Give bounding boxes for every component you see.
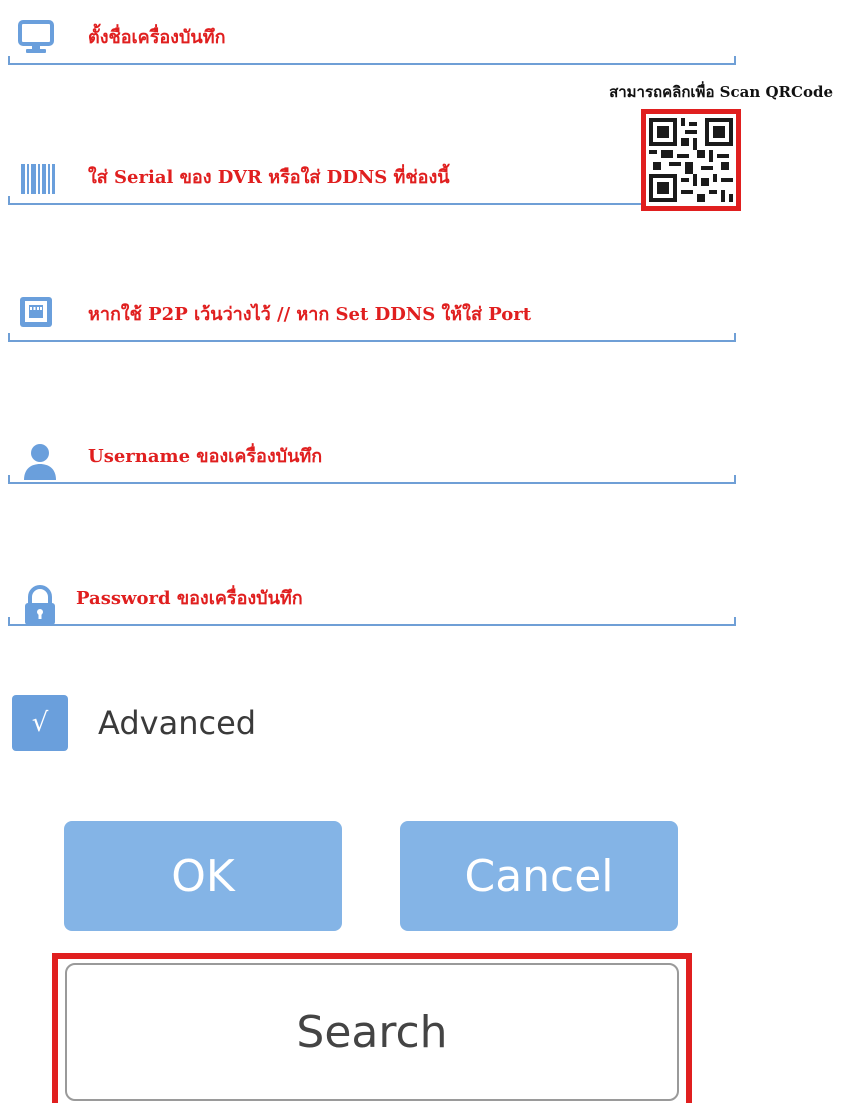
serial-ddns-underline	[8, 203, 736, 205]
username-underline	[8, 482, 736, 484]
monitor-icon	[18, 19, 54, 55]
barcode-icon	[20, 161, 56, 197]
port-field[interactable]: หากใช้ P2P เว้นว่างไว้ // หาก Set DDNS ใ…	[8, 297, 736, 342]
qr-scan-button[interactable]	[641, 109, 741, 211]
password-field[interactable]: Password ของเครื่องบันทึก	[8, 582, 736, 626]
device-name-underline	[8, 63, 736, 65]
network-port-icon	[18, 294, 54, 330]
port-underline	[8, 340, 736, 342]
search-button[interactable]: Search	[65, 963, 679, 1101]
username-field[interactable]: Username ของเครื่องบันทึก	[8, 440, 736, 484]
device-name-hint: ตั้งชื่อเครื่องบันทึก	[82, 22, 232, 51]
check-mark-icon: √	[31, 708, 49, 738]
device-name-field[interactable]: ตั้งชื่อเครื่องบันทึก	[8, 19, 736, 65]
ok-button[interactable]: OK	[64, 821, 342, 931]
qr-scan-caption: สามารถคลิกเพื่อ Scan QRCode	[609, 83, 833, 101]
lock-icon	[22, 585, 58, 625]
port-hint: หากใช้ P2P เว้นว่างไว้ // หาก Set DDNS ใ…	[82, 299, 538, 328]
cancel-button[interactable]: Cancel	[400, 821, 678, 931]
serial-ddns-hint: ใส่ Serial ของ DVR หรือใส่ DDNS ที่ช่องน…	[82, 162, 456, 191]
advanced-checkbox-row[interactable]: √ Advanced	[12, 694, 256, 752]
username-hint: Username ของเครื่องบันทึก	[82, 441, 329, 470]
advanced-checkbox[interactable]: √	[12, 695, 68, 751]
serial-ddns-field[interactable]: ใส่ Serial ของ DVR หรือใส่ DDNS ที่ช่องน…	[8, 161, 736, 205]
password-underline	[8, 624, 736, 626]
advanced-label: Advanced	[98, 704, 257, 742]
qr-code-icon	[649, 118, 733, 202]
user-icon	[22, 444, 58, 480]
password-hint: Password ของเครื่องบันทึก	[70, 583, 309, 612]
